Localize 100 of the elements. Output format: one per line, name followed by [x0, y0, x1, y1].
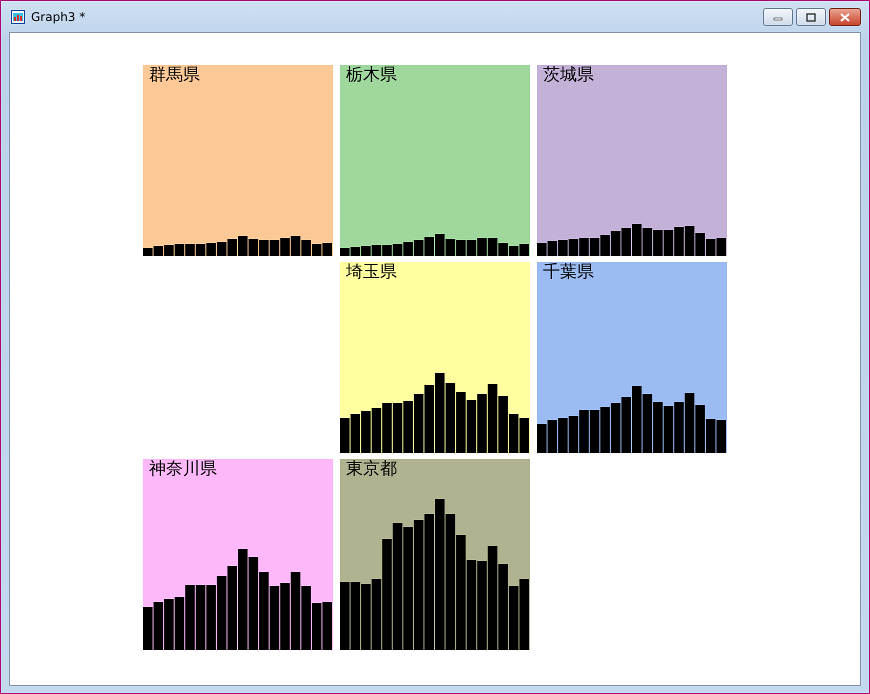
bar [238, 236, 248, 256]
bar [706, 239, 716, 256]
bar [519, 418, 529, 453]
bar [548, 420, 558, 453]
bar [248, 239, 258, 256]
bar [340, 418, 350, 453]
bar [579, 410, 589, 453]
bar [185, 585, 195, 650]
bar [674, 227, 684, 256]
bar [579, 238, 589, 256]
panel-title: 千葉県 [543, 262, 594, 282]
bar [466, 240, 476, 256]
bar [361, 246, 371, 256]
bar [216, 242, 226, 256]
bar [301, 240, 311, 256]
bar [632, 224, 642, 256]
bar [558, 240, 568, 256]
bar [154, 246, 164, 256]
bar [290, 236, 300, 256]
window-title: Graph3 * [31, 10, 86, 24]
bar [164, 599, 174, 650]
bar [206, 585, 216, 650]
bar [143, 607, 153, 650]
bar [466, 400, 476, 453]
bar [664, 230, 674, 256]
bar [642, 394, 652, 453]
bar [414, 394, 424, 453]
bar [322, 243, 332, 256]
bar [621, 228, 631, 256]
bar [322, 602, 332, 650]
bar [456, 240, 466, 256]
bar [350, 247, 360, 256]
close-button[interactable] [829, 8, 861, 26]
bar [280, 238, 290, 256]
bar [537, 243, 547, 256]
bar [403, 401, 413, 453]
bar [456, 392, 466, 453]
bar [414, 240, 424, 256]
maximize-button[interactable] [796, 8, 826, 26]
bar [382, 403, 392, 453]
bar [508, 246, 518, 256]
bar [312, 603, 322, 650]
bar [270, 586, 280, 650]
bar [174, 244, 184, 256]
bar [600, 407, 610, 453]
bar [590, 410, 600, 453]
bar [403, 242, 413, 256]
bar [684, 226, 694, 256]
bar [498, 243, 508, 256]
bar [446, 383, 456, 453]
bar [361, 584, 371, 650]
bar [590, 238, 600, 256]
bar [706, 419, 716, 453]
panel-title: 埼玉県 [346, 262, 397, 282]
bar [621, 397, 631, 453]
bar [610, 231, 620, 256]
close-icon [840, 12, 850, 22]
bar [227, 239, 237, 256]
graph-icon [11, 10, 25, 24]
bar [642, 228, 652, 256]
bar [392, 403, 402, 453]
bar [695, 405, 705, 453]
bar [446, 239, 456, 256]
bar [350, 414, 360, 453]
maximize-icon [806, 12, 816, 22]
bar [301, 586, 311, 650]
bar [196, 244, 206, 256]
bar [568, 416, 578, 453]
bar [270, 240, 280, 256]
bar [372, 408, 382, 453]
minimize-button[interactable] [763, 8, 793, 26]
panel-title: 茨城県 [543, 65, 594, 85]
bar [695, 233, 705, 256]
bar [519, 244, 529, 256]
bar [488, 238, 498, 256]
bar [519, 579, 529, 650]
bar [196, 585, 206, 650]
bar [424, 385, 434, 453]
bar [361, 411, 371, 453]
bar [350, 582, 360, 650]
bar [653, 230, 663, 256]
panel-title: 神奈川県 [149, 459, 217, 479]
bar [508, 586, 518, 650]
bar [435, 234, 445, 256]
bar [488, 384, 498, 453]
bar [477, 394, 487, 453]
bar [674, 402, 684, 453]
bar [312, 244, 322, 256]
bar [392, 244, 402, 256]
bar [154, 602, 164, 650]
bar [164, 245, 174, 256]
bar [716, 238, 726, 256]
bar [477, 238, 487, 256]
bar [340, 582, 350, 650]
panel-title: 群馬県 [149, 65, 200, 85]
bar [558, 418, 568, 453]
bar [537, 424, 547, 453]
bar [382, 245, 392, 256]
bar [716, 420, 726, 453]
bar [280, 583, 290, 650]
